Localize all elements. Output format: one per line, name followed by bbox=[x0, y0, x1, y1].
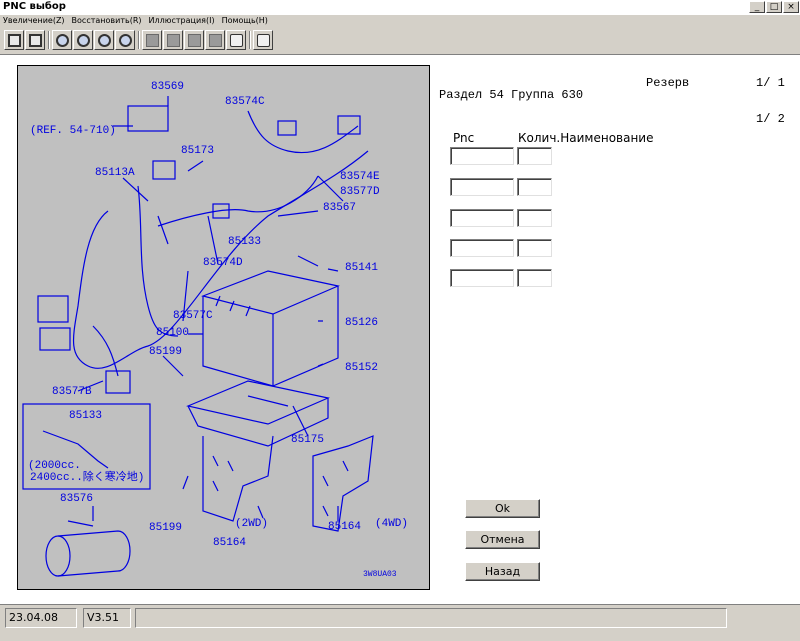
label-4wd: (4WD) bbox=[375, 518, 409, 530]
prev-page-button[interactable] bbox=[163, 30, 183, 50]
qty-field-3[interactable] bbox=[517, 209, 552, 227]
pnc-field-3[interactable] bbox=[450, 209, 514, 227]
title-bar: PNC выбор _ □ × bbox=[0, 0, 800, 16]
status-date: 23.04.08 bbox=[5, 608, 77, 628]
ok-button[interactable]: Ok bbox=[465, 499, 540, 518]
back-button[interactable]: Назад bbox=[465, 562, 540, 581]
last-arrow-icon bbox=[208, 33, 222, 47]
zoom-reset-icon bbox=[118, 33, 132, 47]
qty-field-4[interactable] bbox=[517, 239, 552, 257]
page-counter-2: 1/ 2 bbox=[756, 112, 785, 126]
zoom-out-icon bbox=[76, 33, 90, 47]
callout-85126[interactable]: 85126 bbox=[345, 318, 378, 329]
zoom-out-button[interactable] bbox=[73, 30, 93, 50]
pnc-field-4[interactable] bbox=[450, 239, 514, 257]
maximize-button[interactable]: □ bbox=[766, 1, 782, 13]
next-page-button[interactable] bbox=[184, 30, 204, 50]
menu-help[interactable]: Помощь(H) bbox=[219, 15, 272, 28]
menu-restore[interactable]: Восстановить(R) bbox=[69, 15, 146, 28]
toolbar-separator bbox=[48, 31, 50, 49]
column-header-pnc: Pnc bbox=[453, 131, 475, 145]
menu-bar: Увеличение(Z) Восстановить(R) Иллюстраци… bbox=[0, 15, 800, 28]
menu-zoom[interactable]: Увеличение(Z) bbox=[0, 15, 69, 28]
callout-85133[interactable]: 85133 bbox=[228, 237, 261, 248]
toolbar-separator bbox=[249, 31, 251, 49]
callout-85152[interactable]: 85152 bbox=[345, 363, 378, 374]
zoom-in-icon bbox=[55, 33, 69, 47]
close-button[interactable]: × bbox=[783, 1, 799, 13]
status-bar: 23.04.08 V3.51 bbox=[0, 604, 800, 641]
callout-83574c[interactable]: 83574C bbox=[225, 97, 265, 108]
status-message bbox=[135, 608, 727, 628]
callout-83567[interactable]: 83567 bbox=[323, 203, 356, 214]
qty-field-5[interactable] bbox=[517, 269, 552, 287]
minimize-button[interactable]: _ bbox=[749, 1, 765, 13]
reserve-label: Резерв bbox=[646, 76, 690, 90]
column-header-qty-name: Колич.Наименование bbox=[518, 131, 654, 145]
callout-85164-2wd[interactable]: 85164 bbox=[213, 538, 246, 549]
last-page-button[interactable] bbox=[205, 30, 225, 50]
qty-field-2[interactable] bbox=[517, 178, 552, 196]
zoom-in-button[interactable] bbox=[52, 30, 72, 50]
toolbar-separator bbox=[138, 31, 140, 49]
toolbar bbox=[0, 28, 800, 55]
prev-arrow-icon bbox=[166, 33, 180, 47]
layout-button[interactable] bbox=[226, 30, 246, 50]
callout-85173[interactable]: 85173 bbox=[181, 146, 214, 157]
tools-button[interactable] bbox=[253, 30, 273, 50]
label-2wd: (2WD) bbox=[235, 518, 269, 530]
callout-83574e[interactable]: 83574E bbox=[340, 172, 380, 183]
callout-85175[interactable]: 85175 bbox=[291, 435, 324, 446]
callout-83577c[interactable]: 83577C bbox=[173, 311, 213, 322]
callout-85100[interactable]: 85100 bbox=[156, 328, 189, 339]
pnc-field-5[interactable] bbox=[450, 269, 514, 287]
print-button[interactable] bbox=[4, 30, 24, 50]
pnc-field-2[interactable] bbox=[450, 178, 514, 196]
next-arrow-icon bbox=[187, 33, 201, 47]
callout-ref-54-710[interactable]: (REF. 54-710) bbox=[30, 126, 116, 137]
callout-83576[interactable]: 83576 bbox=[60, 494, 93, 505]
inset-note-line2: 2400cc..除く寒冷地) bbox=[30, 472, 145, 484]
cancel-button[interactable]: Отмена bbox=[465, 530, 540, 549]
section-title: Раздел 54 Группа 630 bbox=[439, 88, 584, 102]
pnc-field-1[interactable] bbox=[450, 147, 514, 165]
zoom-fit-button[interactable] bbox=[94, 30, 114, 50]
callout-85199[interactable]: 85199 bbox=[149, 347, 182, 358]
zoom-fit-icon bbox=[97, 33, 111, 47]
wrench-icon bbox=[256, 33, 270, 47]
callout-83577d[interactable]: 83577D bbox=[340, 187, 380, 198]
layout-icon bbox=[229, 33, 243, 47]
window-title: PNC выбор bbox=[3, 1, 66, 12]
callout-83574d[interactable]: 83574D bbox=[203, 258, 243, 269]
callout-85133-inset[interactable]: 85133 bbox=[69, 411, 102, 422]
zoom-reset-button[interactable] bbox=[115, 30, 135, 50]
window-controls: _ □ × bbox=[749, 1, 799, 13]
disk-icon bbox=[28, 33, 42, 47]
callout-85141[interactable]: 85141 bbox=[345, 263, 378, 274]
printer-icon bbox=[7, 33, 21, 47]
illustration-code: 3W8UA03 bbox=[363, 570, 397, 579]
callout-83577b[interactable]: 83577B bbox=[52, 387, 92, 398]
callout-83569[interactable]: 83569 bbox=[151, 82, 184, 93]
callout-85164-4wd[interactable]: 85164 bbox=[328, 522, 361, 533]
menu-illustration[interactable]: Иллюстрация(I) bbox=[146, 15, 219, 28]
parts-illustration[interactable]: 83569 83574C (REF. 54-710) 85173 85113A … bbox=[17, 65, 430, 590]
save-button[interactable] bbox=[25, 30, 45, 50]
page-counter-1: 1/ 1 bbox=[756, 76, 785, 90]
first-page-button[interactable] bbox=[142, 30, 162, 50]
first-arrow-icon bbox=[145, 33, 159, 47]
status-version: V3.51 bbox=[83, 608, 131, 628]
callout-85113a[interactable]: 85113A bbox=[95, 168, 135, 179]
qty-field-1[interactable] bbox=[517, 147, 552, 165]
callout-85199-lower[interactable]: 85199 bbox=[149, 523, 182, 534]
inset-note-line1: (2000cc. bbox=[28, 460, 81, 472]
